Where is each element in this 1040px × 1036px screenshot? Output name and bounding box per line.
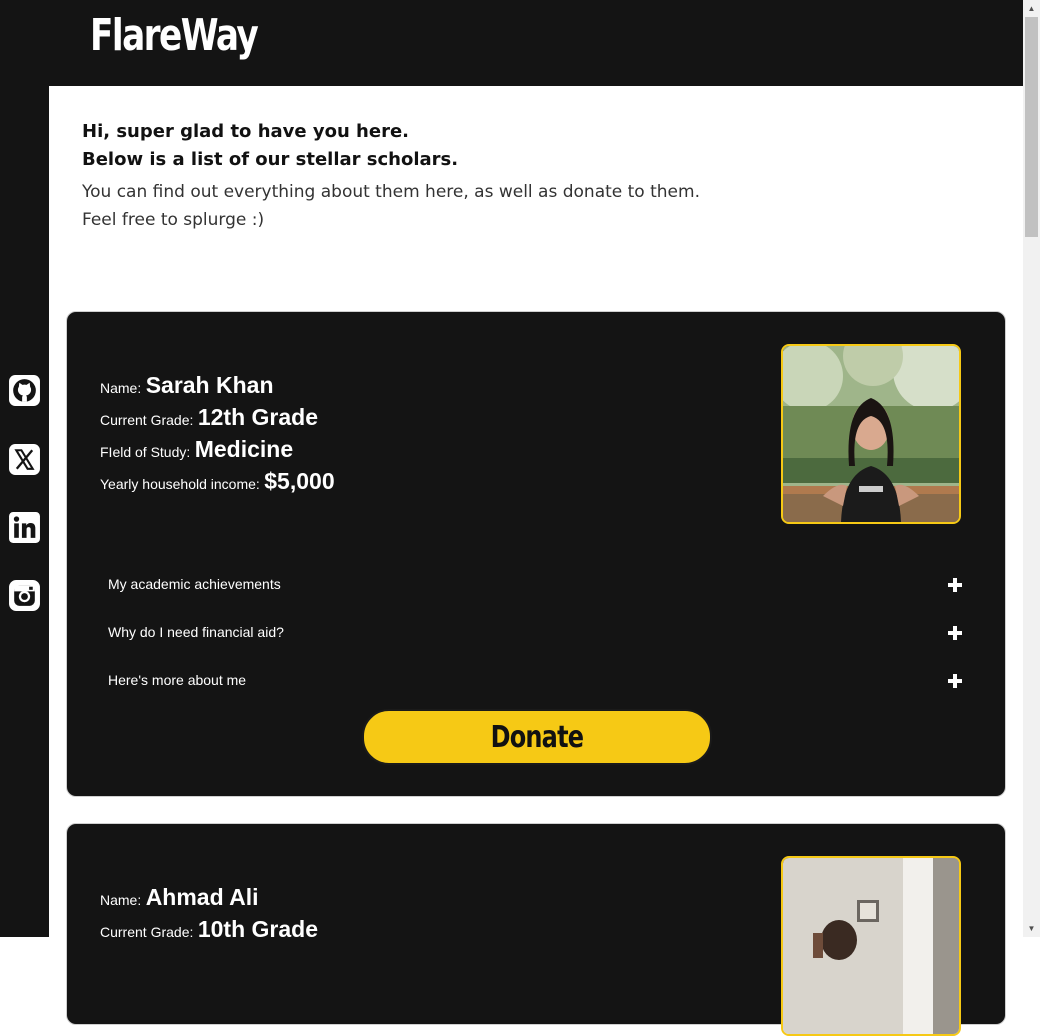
plus-icon[interactable]	[948, 626, 962, 640]
donate-label: Donate	[490, 719, 584, 755]
logo[interactable]: FlareWay	[90, 10, 259, 61]
social-sidebar	[0, 86, 49, 937]
intro-text: You can find out everything about them h…	[82, 178, 782, 234]
plus-icon[interactable]	[948, 674, 962, 688]
income-row: Yearly household income: $5,000	[100, 465, 335, 497]
grade-label: Current Grade:	[100, 412, 194, 428]
grade-row: Current Grade: 12th Grade	[100, 401, 335, 433]
instagram-icon[interactable]	[8, 579, 41, 612]
intro-text-line1: You can find out everything about them h…	[82, 182, 700, 202]
name-row: Name: Sarah Khan	[100, 369, 335, 401]
field-row: FIeld of Study: Medicine	[100, 433, 335, 465]
scholar-card: Name: Sarah Khan Current Grade: 12th Gra…	[66, 311, 1006, 797]
intro-heading-line2: Below is a list of our stellar scholars.	[82, 149, 459, 170]
scholar-name: Ahmad Ali	[145, 884, 259, 910]
accordion-title: Here's more about me	[108, 672, 247, 688]
x-icon[interactable]	[8, 443, 41, 476]
field-label: FIeld of Study:	[100, 444, 191, 460]
accordion-title: My academic achievements	[108, 576, 281, 592]
plus-icon[interactable]	[948, 578, 962, 592]
name-label: Name:	[100, 380, 142, 396]
intro-heading: Hi, super glad to have you here. Below i…	[82, 118, 782, 174]
name-row: Name: Ahmad Ali	[100, 881, 318, 913]
scroll-down-arrow-icon[interactable]: ▼	[1023, 920, 1040, 937]
scholar-grade: 10th Grade	[197, 916, 318, 942]
scrollbar[interactable]: ▲ ▼	[1023, 0, 1040, 937]
scholar-photo	[781, 856, 961, 1036]
intro-section: Hi, super glad to have you here. Below i…	[82, 118, 782, 234]
donate-button[interactable]: Donate	[362, 709, 712, 765]
linkedin-icon[interactable]	[8, 511, 41, 544]
name-label: Name:	[100, 892, 142, 908]
grade-row: Current Grade: 10th Grade	[100, 913, 318, 945]
intro-text-line2: Feel free to splurge :)	[82, 210, 265, 230]
scholar-field: Medicine	[194, 436, 294, 462]
accordion-more-about-me[interactable]: Here's more about me	[108, 668, 962, 708]
accordion-academic-achievements[interactable]: My academic achievements	[108, 572, 962, 612]
scroll-up-arrow-icon[interactable]: ▲	[1023, 0, 1040, 17]
scholar-grade: 12th Grade	[197, 404, 318, 430]
accordion-financial-aid[interactable]: Why do I need financial aid?	[108, 620, 962, 660]
scroll-thumb[interactable]	[1025, 17, 1038, 237]
scholar-card: Name: Ahmad Ali Current Grade: 10th Grad…	[66, 823, 1006, 1036]
header-bar: FlareWay	[0, 0, 1023, 86]
intro-heading-line1: Hi, super glad to have you here.	[82, 121, 409, 142]
scholar-income: $5,000	[264, 468, 335, 494]
income-label: Yearly household income:	[100, 476, 260, 492]
grade-label: Current Grade:	[100, 924, 194, 940]
scholar-photo	[781, 344, 961, 524]
accordion-title: Why do I need financial aid?	[108, 624, 284, 640]
scholar-info: Name: Sarah Khan Current Grade: 12th Gra…	[100, 369, 335, 497]
scholar-name: Sarah Khan	[145, 372, 274, 398]
github-icon[interactable]	[8, 374, 41, 407]
scholar-info: Name: Ahmad Ali Current Grade: 10th Grad…	[100, 881, 318, 945]
